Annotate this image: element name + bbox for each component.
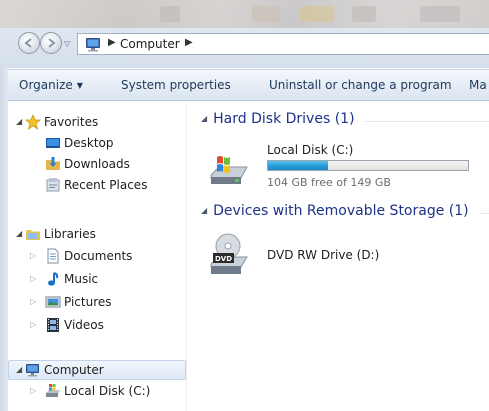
recent-pages-dropdown[interactable]: ▽	[64, 39, 70, 48]
nav-libraries[interactable]: ◢ Libraries	[8, 225, 186, 245]
content-pane: ◢ Hard Disk Drives (1) Local Disk (C:) 10…	[187, 101, 489, 411]
system-properties-button[interactable]: System properties	[121, 78, 231, 92]
group-divider	[365, 121, 489, 122]
window-frame	[0, 68, 8, 411]
libraries-icon	[26, 230, 40, 240]
nav-downloads-label: Downloads	[64, 157, 130, 171]
nav-videos-label: Videos	[64, 318, 104, 332]
local-disk-icon	[46, 384, 60, 397]
navigation-pane: ◢ Favorites Desktop Downloads Recent Pla…	[8, 101, 186, 411]
drive-free-space: 104 GB free of 149 GB	[267, 176, 391, 189]
breadcrumb-computer[interactable]: Computer	[120, 37, 180, 51]
expand-arrow-icon[interactable]: ◢	[16, 117, 22, 126]
nav-libraries-label: Libraries	[44, 227, 96, 241]
dvd-drive-icon: DVD	[210, 233, 248, 274]
collapse-arrow-icon: ◢	[201, 114, 208, 123]
arrow-left-icon	[24, 38, 32, 48]
collapse-arrow-icon: ◢	[201, 206, 208, 215]
collapsed-arrow-icon[interactable]: ▷	[30, 320, 36, 329]
collapsed-arrow-icon[interactable]: ▷	[30, 274, 36, 283]
nav-computer-label: Computer	[44, 363, 104, 377]
nav-favorites-label: Favorites	[44, 115, 99, 129]
arrow-right-icon	[48, 38, 56, 48]
drive-usage-bar	[267, 160, 469, 171]
nav-desktop[interactable]: Desktop	[8, 134, 186, 154]
uninstall-program-button[interactable]: Uninstall or change a program	[269, 78, 452, 92]
collapsed-arrow-icon[interactable]: ▷	[30, 386, 36, 395]
recent-places-icon	[46, 178, 60, 192]
expand-arrow-icon[interactable]: ◢	[16, 229, 22, 238]
desktop-icon	[46, 138, 60, 148]
back-button[interactable]	[18, 32, 40, 54]
nav-recent-places[interactable]: Recent Places	[8, 176, 186, 196]
nav-local-disk[interactable]: ▷ Local Disk (C:)	[8, 382, 186, 402]
window-header: ▽ ▶ Computer ▶	[0, 0, 489, 68]
drive-name: Local Disk (C:)	[267, 143, 354, 157]
nav-documents-label: Documents	[64, 249, 133, 263]
address-bar[interactable]: ▶ Computer ▶	[77, 33, 489, 55]
music-icon	[48, 272, 59, 286]
group-header-removable-storage[interactable]: ◢ Devices with Removable Storage (1)	[201, 203, 469, 219]
drive-usage-fill	[268, 161, 328, 170]
command-bar: Organize ▼ System properties Uninstall or…	[8, 69, 489, 101]
star-icon	[25, 114, 41, 130]
nav-pictures-label: Pictures	[64, 295, 112, 309]
group-divider	[479, 213, 489, 214]
dvd-badge: DVD	[215, 255, 232, 263]
expand-arrow-icon[interactable]: ◢	[16, 365, 22, 374]
group-title: Devices with Removable Storage (1)	[213, 203, 469, 219]
collapsed-arrow-icon[interactable]: ▷	[30, 251, 36, 260]
nav-documents[interactable]: ▷ Documents	[8, 247, 186, 267]
computer-icon	[86, 38, 100, 52]
computer-icon	[26, 364, 39, 377]
collapsed-arrow-icon[interactable]: ▷	[30, 297, 36, 306]
organize-button[interactable]: Organize ▼	[19, 78, 83, 92]
downloads-icon	[46, 157, 60, 170]
nav-music-label: Music	[64, 272, 99, 286]
group-header-hard-disk-drives[interactable]: ◢ Hard Disk Drives (1)	[201, 111, 355, 127]
breadcrumb-separator[interactable]: ▶	[185, 37, 193, 48]
windows-drive-icon	[210, 156, 248, 184]
drive-name: DVD RW Drive (D:)	[267, 248, 380, 262]
videos-icon	[47, 318, 59, 332]
nav-local-disk-label: Local Disk (C:)	[64, 384, 151, 398]
overflow-toolbar-button[interactable]: Ma	[469, 78, 487, 92]
forward-button[interactable]	[40, 32, 62, 54]
nav-favorites[interactable]: ◢ Favorites	[8, 113, 186, 133]
chevron-down-icon: ▼	[76, 81, 83, 90]
nav-computer[interactable]: ◢ Computer	[8, 360, 186, 380]
nav-downloads[interactable]: Downloads	[8, 155, 186, 175]
nav-videos[interactable]: ▷ Videos	[8, 316, 186, 336]
blurred-background	[0, 0, 489, 28]
pictures-icon	[45, 296, 61, 308]
nav-desktop-label: Desktop	[64, 136, 114, 150]
organize-label: Organize	[19, 78, 73, 92]
nav-music[interactable]: ▷ Music	[8, 270, 186, 290]
breadcrumb-separator[interactable]: ▶	[108, 37, 116, 48]
nav-recent-places-label: Recent Places	[64, 178, 148, 192]
group-title: Hard Disk Drives (1)	[213, 111, 355, 127]
nav-pictures[interactable]: ▷ Pictures	[8, 293, 186, 313]
documents-icon	[47, 248, 59, 264]
